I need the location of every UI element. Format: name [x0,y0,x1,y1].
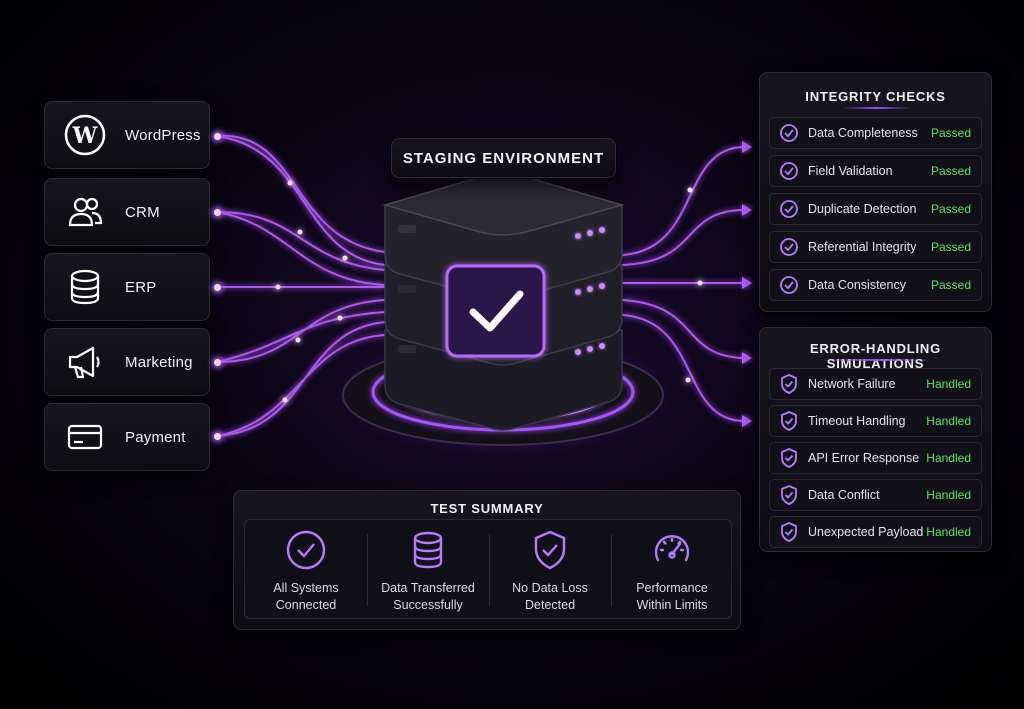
link-crm-2 [216,211,386,286]
error-row: Timeout Handling Handled [769,405,982,437]
arrow-2 [742,204,752,216]
summary-item: Data Transferred Successfully [367,520,489,620]
shield-check-icon [779,374,799,394]
arrow-5 [742,415,752,427]
status-handled: Handled [926,414,971,428]
source-marketing[interactable]: Marketing [44,328,210,396]
error-row: Network Failure Handled [769,368,982,400]
integrity-row: Referential Integrity Passed [769,231,982,263]
summary-title: TEST SUMMARY [430,501,544,516]
test-summary-panel: TEST SUMMARY All Systems Connected Data T… [233,490,741,630]
staging-title: STAGING ENVIRONMENT [391,138,616,178]
port-crm [214,209,221,216]
integrity-row: Data Completeness Passed [769,117,982,149]
users-icon [63,190,107,234]
summary-item: All Systems Connected [245,520,367,620]
source-label: Marketing [125,353,193,371]
shield-check-icon [779,448,799,468]
megaphone-icon [63,340,107,384]
error-row: Data Conflict Handled [769,479,982,511]
link-wordpress [216,134,386,253]
link-marketing-2 [216,311,386,363]
check-circle-icon [779,123,799,143]
error-row: API Error Response Handled [769,442,982,474]
integrity-row: Data Consistency Passed [769,269,982,301]
status-handled: Handled [926,451,971,465]
port-payment [214,433,221,440]
source-label: CRM [125,203,160,221]
error-title: ERROR-HANDLING SIMULATIONS [809,341,942,371]
source-label: WordPress [125,126,201,144]
error-panel: ERROR-HANDLING SIMULATIONS Network Failu… [759,327,992,552]
check-circle-icon [779,199,799,219]
source-wordpress[interactable]: W WordPress [44,101,210,169]
source-erp[interactable]: ERP [44,253,210,321]
source-label: ERP [125,278,157,296]
error-row: Unexpected Payload Handled [769,516,982,548]
out-1 [621,146,743,256]
database-icon [63,265,107,309]
integrity-row: Field Validation Passed [769,155,982,187]
status-passed: Passed [930,240,971,254]
status-passed: Passed [930,202,971,216]
summary-item: No Data Loss Detected [489,520,611,620]
status-handled: Handled [926,525,971,539]
integrity-panel: INTEGRITY CHECKS Data Completeness Passe… [759,72,992,312]
link-crm [216,211,386,271]
port-erp [214,284,221,291]
check-circle-icon [779,161,799,181]
status-handled: Handled [926,488,971,502]
check-circle-icon [779,237,799,257]
shield-check-icon [530,530,570,570]
source-crm[interactable]: CRM [44,178,210,246]
summary-item: Performance Within Limits [611,520,733,620]
port-wordpress [214,133,221,140]
credit-card-icon [63,415,107,459]
integrity-title: INTEGRITY CHECKS [805,89,946,104]
shield-check-icon [779,411,799,431]
arrow-4 [742,352,752,364]
database-icon [408,530,448,570]
shield-check-icon [779,485,799,505]
port-marketing [214,359,221,366]
integrity-row: Duplicate Detection Passed [769,193,982,225]
status-passed: Passed [930,126,971,140]
server-stack [333,173,673,455]
source-label: Payment [125,428,186,446]
status-passed: Passed [930,278,971,292]
check-circle-icon [779,275,799,295]
arrow-1 [742,141,752,153]
status-passed: Passed [930,164,971,178]
check-circle-icon [286,530,326,570]
wordpress-icon: W [63,113,107,157]
source-payment[interactable]: Payment [44,403,210,471]
shield-check-icon [779,522,799,542]
out-4 [621,299,743,359]
out-2 [621,209,743,266]
gauge-icon [652,530,692,570]
svg-text:W: W [72,123,98,149]
arrow-3 [742,277,752,289]
status-handled: Handled [926,377,971,391]
